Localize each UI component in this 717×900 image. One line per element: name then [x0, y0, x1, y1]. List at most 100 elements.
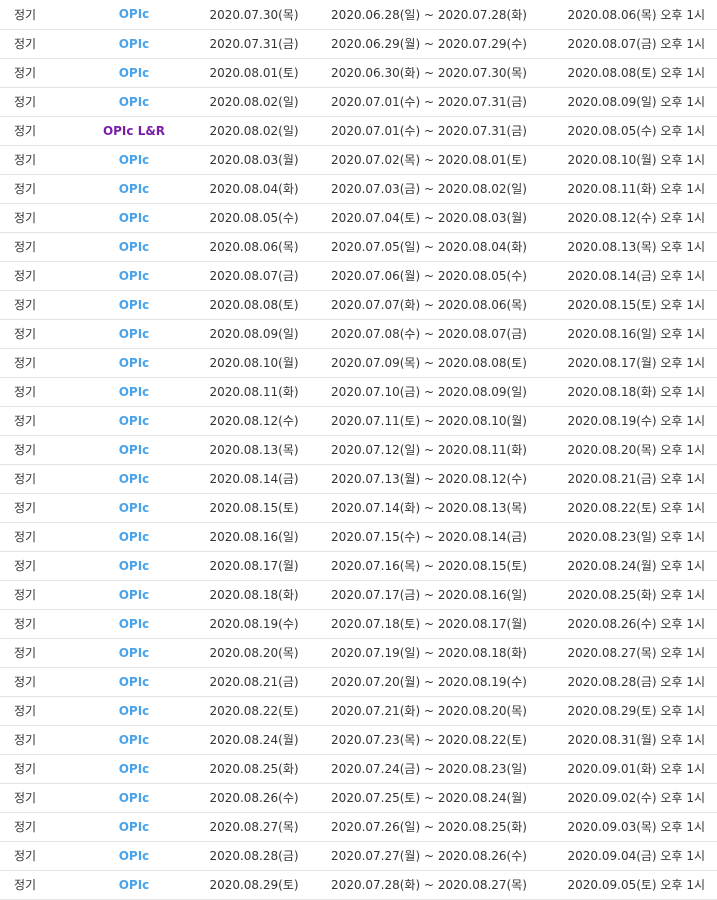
test-opic-link[interactable]: OPIc	[119, 385, 150, 399]
test-opic-link[interactable]: OPIc	[119, 530, 150, 544]
test-opic-link[interactable]: OPIc	[119, 66, 150, 80]
registration-period-cell: 2020.07.13(월) ~ 2020.08.12(수)	[314, 464, 544, 494]
schedule-row: 정기 OPIc 2020.08.05(수) 2020.07.04(토) ~ 2020.…	[0, 203, 717, 233]
registration-period-cell: 2020.07.01(수) ~ 2020.07.31(금)	[314, 116, 544, 146]
test-opic-link[interactable]: OPIc	[119, 820, 150, 834]
registration-period-cell: 2020.06.30(화) ~ 2020.07.30(목)	[314, 58, 544, 88]
test-opic-link[interactable]: OPIc	[119, 588, 150, 602]
test-opic-link[interactable]: OPIc	[119, 37, 150, 51]
schedule-row: 정기 OPIc 2020.08.18(화) 2020.07.17(금) ~ 2020.…	[0, 580, 717, 610]
test-opic-link[interactable]: OPIc	[119, 762, 150, 776]
exam-type-cell: 정기	[0, 551, 74, 581]
test-date-cell: 2020.08.15(토)	[194, 493, 314, 523]
test-opic-link[interactable]: OPIc	[119, 356, 150, 370]
registration-period-cell: 2020.07.09(목) ~ 2020.08.08(토)	[314, 348, 544, 378]
test-name-cell: OPIc	[74, 493, 194, 523]
test-date-cell: 2020.08.11(화)	[194, 377, 314, 407]
exam-type-cell: 정기	[0, 174, 74, 204]
test-opic-link[interactable]: OPIc	[119, 849, 150, 863]
test-opic-link[interactable]: OPIc	[119, 472, 150, 486]
test-opic-link[interactable]: OPIc	[119, 182, 150, 196]
schedule-row: 정기 OPIc 2020.08.03(월) 2020.07.02(목) ~ 2020.…	[0, 145, 717, 175]
schedule-row: 정기 OPIc L&R 2020.08.02(일) 2020.07.01(수) ~ 2…	[0, 116, 717, 146]
test-opic-link[interactable]: OPIc	[119, 646, 150, 660]
schedule-row: 정기 OPIc 2020.08.20(목) 2020.07.19(일) ~ 2020.…	[0, 638, 717, 668]
schedule-row: 정기 OPIc 2020.08.19(수) 2020.07.18(토) ~ 2020.…	[0, 609, 717, 639]
registration-period-cell: 2020.07.25(토) ~ 2020.08.24(월)	[314, 783, 544, 813]
test-opic-lr-link[interactable]: OPIc L&R	[103, 124, 165, 138]
test-date-cell: 2020.08.16(일)	[194, 522, 314, 552]
test-opic-link[interactable]: OPIc	[119, 501, 150, 515]
test-opic-link[interactable]: OPIc	[119, 95, 150, 109]
test-opic-link[interactable]: OPIc	[119, 240, 150, 254]
exam-type-cell: 정기	[0, 812, 74, 842]
test-date-cell: 2020.08.18(화)	[194, 580, 314, 610]
exam-type-cell: 정기	[0, 493, 74, 523]
test-name-cell: OPIc	[74, 319, 194, 349]
exam-type-cell: 정기	[0, 609, 74, 639]
test-name-cell: OPIc	[74, 812, 194, 842]
test-date-cell: 2020.08.21(금)	[194, 667, 314, 697]
schedule-row: 정기 OPIc 2020.08.14(금) 2020.07.13(월) ~ 2020.…	[0, 464, 717, 494]
exam-type-cell: 정기	[0, 783, 74, 813]
schedule-row: 정기 OPIc 2020.08.16(일) 2020.07.15(수) ~ 2020.…	[0, 522, 717, 552]
exam-type-cell: 정기	[0, 870, 74, 900]
test-date-cell: 2020.08.28(금)	[194, 841, 314, 871]
result-date-cell: 2020.08.16(일) 오후 1시	[544, 319, 717, 349]
result-date-cell: 2020.08.07(금) 오후 1시	[544, 29, 717, 59]
registration-period-cell: 2020.07.19(일) ~ 2020.08.18(화)	[314, 638, 544, 668]
test-name-cell: OPIc	[74, 29, 194, 59]
test-opic-link[interactable]: OPIc	[119, 733, 150, 747]
registration-period-cell: 2020.07.12(일) ~ 2020.08.11(화)	[314, 435, 544, 465]
test-name-cell: OPIc	[74, 174, 194, 204]
test-opic-link[interactable]: OPIc	[119, 414, 150, 428]
result-date-cell: 2020.08.22(토) 오후 1시	[544, 493, 717, 523]
test-date-cell: 2020.08.08(토)	[194, 290, 314, 320]
result-date-cell: 2020.08.05(수) 오후 1시	[544, 116, 717, 146]
test-date-cell: 2020.08.24(월)	[194, 725, 314, 755]
exam-type-cell: 정기	[0, 580, 74, 610]
registration-period-cell: 2020.06.28(일) ~ 2020.07.28(화)	[314, 0, 544, 30]
result-date-cell: 2020.08.27(목) 오후 1시	[544, 638, 717, 668]
result-date-cell: 2020.08.19(수) 오후 1시	[544, 406, 717, 436]
registration-period-cell: 2020.07.10(금) ~ 2020.08.09(일)	[314, 377, 544, 407]
result-date-cell: 2020.08.28(금) 오후 1시	[544, 667, 717, 697]
test-opic-link[interactable]: OPIc	[119, 443, 150, 457]
test-opic-link[interactable]: OPIc	[119, 617, 150, 631]
test-opic-link[interactable]: OPIc	[119, 878, 150, 892]
test-opic-link[interactable]: OPIc	[119, 327, 150, 341]
test-name-cell: OPIc	[74, 406, 194, 436]
result-date-cell: 2020.09.03(목) 오후 1시	[544, 812, 717, 842]
test-opic-link[interactable]: OPIc	[119, 153, 150, 167]
test-name-cell: OPIc	[74, 609, 194, 639]
test-opic-link[interactable]: OPIc	[119, 559, 150, 573]
exam-type-cell: 정기	[0, 638, 74, 668]
test-name-cell: OPIc	[74, 696, 194, 726]
registration-period-cell: 2020.07.20(월) ~ 2020.08.19(수)	[314, 667, 544, 697]
test-opic-link[interactable]: OPIc	[119, 298, 150, 312]
result-date-cell: 2020.08.10(월) 오후 1시	[544, 145, 717, 175]
exam-type-cell: 정기	[0, 841, 74, 871]
test-date-cell: 2020.08.02(일)	[194, 116, 314, 146]
registration-period-cell: 2020.07.14(화) ~ 2020.08.13(목)	[314, 493, 544, 523]
test-opic-link[interactable]: OPIc	[119, 791, 150, 805]
registration-period-cell: 2020.07.06(월) ~ 2020.08.05(수)	[314, 261, 544, 291]
test-opic-link[interactable]: OPIc	[119, 211, 150, 225]
registration-period-cell: 2020.07.05(일) ~ 2020.08.04(화)	[314, 232, 544, 262]
exam-type-cell: 정기	[0, 116, 74, 146]
exam-type-cell: 정기	[0, 435, 74, 465]
result-date-cell: 2020.08.13(목) 오후 1시	[544, 232, 717, 262]
schedule-row: 정기 OPIc 2020.08.10(월) 2020.07.09(목) ~ 2020.…	[0, 348, 717, 378]
result-date-cell: 2020.08.24(월) 오후 1시	[544, 551, 717, 581]
test-opic-link[interactable]: OPIc	[119, 675, 150, 689]
test-opic-link[interactable]: OPIc	[119, 7, 150, 21]
test-name-cell: OPIc	[74, 232, 194, 262]
test-name-cell: OPIc	[74, 464, 194, 494]
schedule-row: 정기 OPIc 2020.08.06(목) 2020.07.05(일) ~ 2020.…	[0, 232, 717, 262]
schedule-table-body: 정기 OPIc 2020.07.30(목) 2020.06.28(일) ~ 2020.…	[0, 0, 717, 900]
registration-period-cell: 2020.07.07(화) ~ 2020.08.06(목)	[314, 290, 544, 320]
test-opic-link[interactable]: OPIc	[119, 269, 150, 283]
test-name-cell: OPIc	[74, 58, 194, 88]
result-date-cell: 2020.08.23(일) 오후 1시	[544, 522, 717, 552]
test-opic-link[interactable]: OPIc	[119, 704, 150, 718]
